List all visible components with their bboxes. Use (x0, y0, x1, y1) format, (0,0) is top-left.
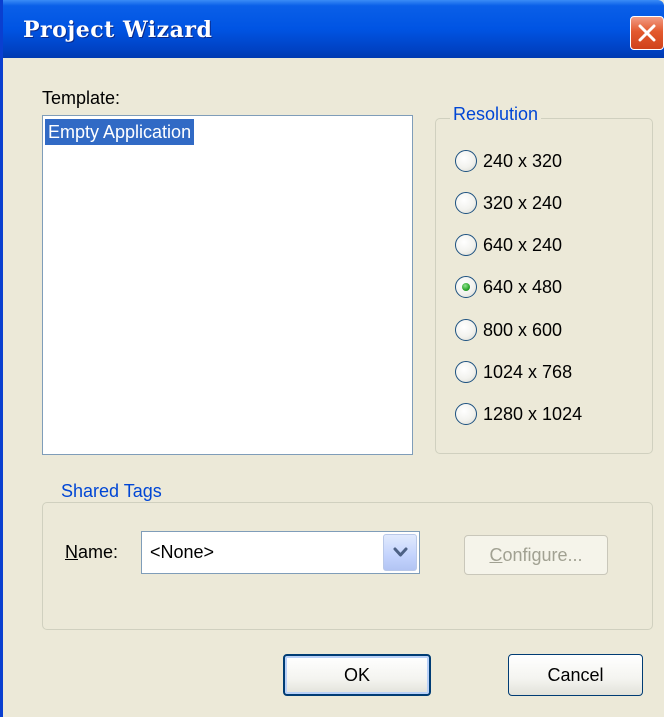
radio-label: 640 x 480 (483, 276, 563, 297)
configure-accelerator: C (489, 545, 503, 565)
project-wizard-dialog: Project Wizard Template: Empty Applicati… (0, 0, 664, 717)
name-label-text: ame: (78, 542, 119, 562)
radio-button-icon[interactable] (455, 150, 477, 172)
title-bar[interactable]: Project Wizard (3, 0, 664, 58)
radio-640x480[interactable]: 640 x 480 (455, 274, 562, 300)
radio-button-icon[interactable] (455, 319, 477, 341)
radio-label: 1024 x 768 (483, 361, 573, 382)
configure-label: onfigure... (502, 545, 583, 565)
ok-button[interactable]: OK (283, 654, 431, 696)
dropdown-button[interactable] (383, 534, 417, 571)
chevron-down-icon (393, 547, 408, 557)
radio-button-icon[interactable] (455, 361, 477, 383)
select-value: <None> (150, 542, 215, 562)
resolution-legend: Resolution (450, 104, 542, 125)
template-listbox[interactable]: Empty Application (42, 115, 413, 455)
radio-label: 640 x 240 (483, 234, 563, 255)
radio-320x240[interactable]: 320 x 240 (455, 190, 562, 216)
radio-1024x768[interactable]: 1024 x 768 (455, 359, 572, 385)
configure-button[interactable]: Configure... (464, 535, 608, 575)
close-button[interactable] (630, 16, 664, 50)
shared-tags-name-select[interactable]: <None> (141, 531, 420, 574)
window-title: Project Wizard (23, 17, 213, 43)
radio-1280x1024[interactable]: 1280 x 1024 (455, 401, 582, 427)
radio-button-icon[interactable] (455, 234, 477, 256)
radio-label: 1280 x 1024 (483, 403, 583, 424)
radio-240x320[interactable]: 240 x 320 (455, 148, 562, 174)
radio-button-checked-icon[interactable] (455, 276, 477, 298)
cancel-button[interactable]: Cancel (508, 654, 643, 696)
radio-640x240[interactable]: 640 x 240 (455, 232, 562, 258)
name-label: Name: (65, 542, 118, 563)
name-label-accelerator: N (65, 542, 78, 562)
radio-label: 240 x 320 (483, 150, 563, 171)
shared-tags-legend: Shared Tags (58, 481, 165, 502)
radio-button-icon[interactable] (455, 403, 477, 425)
radio-800x600[interactable]: 800 x 600 (455, 317, 562, 343)
radio-button-icon[interactable] (455, 192, 477, 214)
template-list-item-empty-application[interactable]: Empty Application (45, 119, 195, 145)
template-label: Template: (42, 88, 121, 108)
radio-label: 320 x 240 (483, 192, 563, 213)
radio-label: 800 x 600 (483, 319, 563, 340)
